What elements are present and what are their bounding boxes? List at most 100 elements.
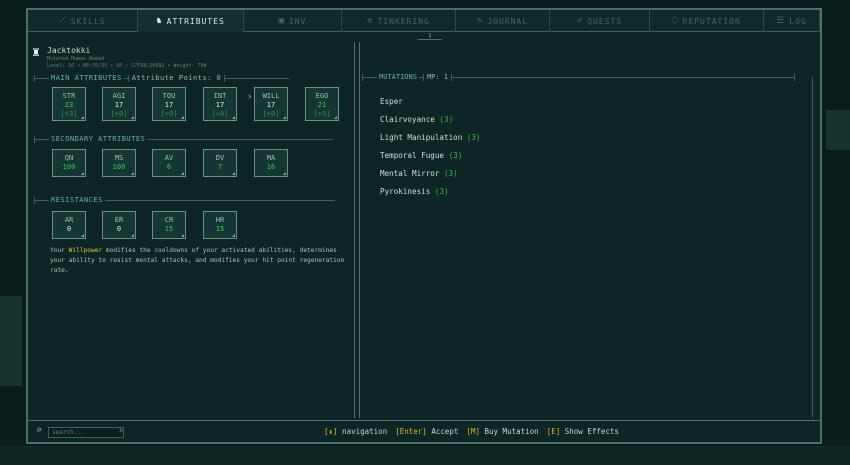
stat-value: 17 <box>266 101 276 109</box>
tab-tinkering[interactable]: ⚒ TINKERING <box>342 10 456 32</box>
stat-label: EGO <box>315 92 329 100</box>
stat-value: 21 <box>317 101 327 109</box>
inventory-icon: ▣ <box>278 16 285 26</box>
secondary-av[interactable]: AV 6 <box>152 149 186 177</box>
stat-bonus: [+3] <box>60 110 78 118</box>
stat-value: 17 <box>215 101 225 109</box>
character-icon: ♞ <box>156 16 163 26</box>
log-icon: ☰ <box>776 16 786 26</box>
character-sprite-icon: ♜ <box>32 45 40 60</box>
attribute-ego[interactable]: EGO 21 [+3] <box>305 87 339 121</box>
main-attributes-header: MAIN ATTRIBUTES Attribute Points: 0 <box>34 73 290 83</box>
key-label: [E] <box>546 427 561 436</box>
stat-label: WILL <box>262 92 280 100</box>
mutation-name: Temporal Fugue <box>380 151 445 160</box>
character-name: Jacktokki <box>47 46 91 55</box>
mutation-name: Pyrokinesis <box>380 187 431 196</box>
tab-label: INV <box>288 16 307 26</box>
mutation-item[interactable]: Mental Mirror (3) <box>380 168 481 186</box>
character-stats-line: Level: 16 • HP:35/35 • XP : 17598/20882 … <box>47 63 207 69</box>
character-sheet-window: ⟋ SKILLS ♞ ATTRIBUTES ▣ INV ⚒ TINKERING ✎ JOURNAL… <box>26 8 822 444</box>
secondary-ms[interactable]: MS 100 <box>102 149 136 177</box>
stat-label: INT <box>213 92 227 100</box>
tab-label: ATTRIBUTES <box>166 16 225 26</box>
clear-search-icon[interactable]: x <box>119 426 123 434</box>
mutation-item[interactable]: Light Manipulation (3) <box>380 132 481 150</box>
key-action: Accept <box>431 427 459 436</box>
secondary-ma[interactable]: MA 16 <box>254 149 288 177</box>
background-wall <box>826 110 850 150</box>
resistances-header: RESISTANCES <box>34 195 335 205</box>
mutation-item[interactable]: Esper <box>380 96 481 114</box>
stat-label: DV <box>215 154 225 162</box>
key-label: [⇞] <box>324 427 338 436</box>
stat-label: ER <box>114 216 124 224</box>
tab-journal[interactable]: ✎ JOURNAL <box>456 10 550 32</box>
mutation-name: Mental Mirror <box>380 169 440 178</box>
stat-value: 17 <box>164 101 174 109</box>
attribute-points: Attribute Points: 0 <box>131 74 222 82</box>
quests-icon: ✐ <box>576 16 584 26</box>
stat-label: AR <box>64 216 74 224</box>
section-title: MAIN ATTRIBUTES <box>51 74 122 82</box>
mutation-points: MP: 1 <box>426 73 449 81</box>
resistance-er[interactable]: ER 0 <box>102 211 136 239</box>
stat-label: AGI <box>112 92 126 100</box>
character-subtitle: Mutated Human Nomad <box>47 56 105 62</box>
key-action: Buy Mutation <box>484 427 539 436</box>
mutation-item[interactable]: Pyrokinesis (3) <box>380 186 481 204</box>
section-title: RESISTANCES <box>51 196 103 204</box>
stat-value: 0 <box>116 225 122 233</box>
panel-divider <box>354 42 360 418</box>
secondary-dv[interactable]: DV 7 <box>203 149 237 177</box>
key-label: [M] <box>466 427 480 436</box>
key-action: navigation <box>342 427 388 436</box>
mutation-name: Light Manipulation <box>380 133 463 142</box>
stat-label: HR <box>215 216 225 224</box>
mutation-item[interactable]: Temporal Fugue (3) <box>380 150 481 168</box>
key-hint: [M] Buy Mutation <box>466 427 538 436</box>
tab-label: LOG <box>789 16 807 26</box>
secondary-qn[interactable]: QN 100 <box>52 149 86 177</box>
tab-skills[interactable]: ⟋ SKILLS <box>28 10 138 32</box>
attribute-will[interactable]: WILL 17 [+0] <box>254 87 288 121</box>
tab-reputation[interactable]: ☖ REPUTATION <box>650 10 764 32</box>
stat-bonus: [+0] <box>160 110 178 118</box>
resistance-cr[interactable]: CR 15 <box>152 211 186 239</box>
attribute-tou[interactable]: TOU 17 [+0] <box>152 87 186 121</box>
stat-value: 100 <box>112 163 126 171</box>
mutations-list: Esper Clairvoyance (3) Light Manipulation … <box>380 96 481 204</box>
attribute-str[interactable]: STR 23 [+3] <box>52 87 86 121</box>
attribute-int[interactable]: INT 17 [+0] <box>203 87 237 121</box>
stat-label: QN <box>64 154 74 162</box>
stat-label: AV <box>164 154 174 162</box>
mutations-border <box>812 77 813 417</box>
section-title: SECONDARY ATTRIBUTES <box>51 135 146 143</box>
tab-label: QUESTS <box>587 16 623 26</box>
attribute-agi[interactable]: AGI 17 [+0] <box>102 87 136 121</box>
stat-bonus: [+0] <box>110 110 128 118</box>
resistance-hr[interactable]: HR 15 <box>203 211 237 239</box>
tab-quests[interactable]: ✐ QUESTS <box>550 10 650 32</box>
stat-value: 17 <box>114 101 124 109</box>
reputation-icon: ☖ <box>672 16 679 26</box>
stat-value: 6 <box>166 163 172 171</box>
stat-value: 23 <box>64 101 74 109</box>
stat-value: 16 <box>266 163 276 171</box>
tab-inv[interactable]: ▣ INV <box>244 10 342 32</box>
search-input[interactable] <box>48 427 124 438</box>
resistance-ar[interactable]: AR 0 <box>52 211 86 239</box>
stat-label: STR <box>62 92 76 100</box>
tab-attributes[interactable]: ♞ ATTRIBUTES <box>138 10 244 32</box>
mutation-item[interactable]: Clairvoyance (3) <box>380 114 481 132</box>
stat-bonus: [+3] <box>313 110 331 118</box>
panel-notch: ▯ <box>418 32 442 40</box>
mutations-header: MUTATIONS MP: 1 <box>362 72 796 82</box>
stat-value: 100 <box>62 163 76 171</box>
tab-label: JOURNAL <box>487 16 529 26</box>
stat-label: CR <box>164 216 174 224</box>
stat-value: 15 <box>215 225 225 233</box>
mutation-name: Esper <box>380 97 403 106</box>
tab-log[interactable]: ☰ LOG <box>764 10 820 32</box>
skills-icon: ⟋ <box>59 16 67 26</box>
